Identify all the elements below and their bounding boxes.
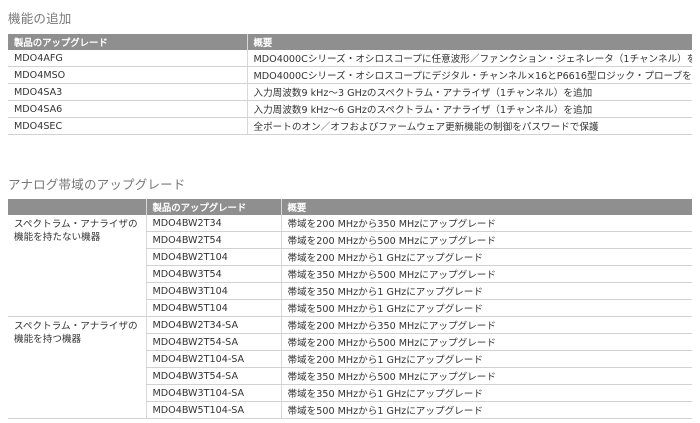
table-row: MDO4SA3 入力周波数9 kHz～3 GHzのスペクトラム・アナライザ（1チャ… <box>8 83 692 101</box>
summary-cell: 入力周波数9 kHz～6 GHzのスペクトラム・アナライザ（1チャンネル）を追加 <box>246 100 692 118</box>
product-code-cell: MDO4BW2T34-SA <box>145 316 281 334</box>
summary-cell: 帯域を350 MHzから1 GHzにアップグレード <box>280 384 692 402</box>
product-code-cell: MDO4BW3T54 <box>145 265 281 283</box>
column-header-product: 製品のアップグレード <box>145 199 281 215</box>
bandwidth-upgrade-table: 製品のアップグレード 概要 スペクトラム・アナライザの機能を持たない機器 MDO4… <box>8 199 692 419</box>
product-code-cell: MDO4SA6 <box>8 100 247 118</box>
product-code-cell: MDO4BW2T54-SA <box>145 333 281 351</box>
summary-cell: 帯域を200 MHzから350 MHzにアップグレード <box>280 215 692 232</box>
summary-cell: 帯域を200 MHzから500 MHzにアップグレード <box>280 231 692 249</box>
product-code-cell: MDO4BW3T54-SA <box>145 367 281 385</box>
product-code-cell: MDO4BW5T104 <box>145 299 281 317</box>
summary-cell: 帯域を350 MHzから1 GHzにアップグレード <box>280 282 692 300</box>
product-code-cell: MDO4SEC <box>8 117 247 135</box>
feature-upgrade-table: 製品のアップグレード 概要 MDO4AFG MDO4000Cシリーズ・オシロスコー… <box>8 34 692 135</box>
table-row: MDO4AFG MDO4000Cシリーズ・オシロスコープに任意波形／ファンクション… <box>8 50 692 67</box>
column-header-summary: 概要 <box>246 34 692 50</box>
table-row: MDO4SA6 入力周波数9 kHz～6 GHzのスペクトラム・アナライザ（1チャ… <box>8 100 692 118</box>
summary-cell: 帯域を500 MHzから1 GHzにアップグレード <box>280 299 692 317</box>
summary-cell: 帯域を350 MHzから500 MHzにアップグレード <box>280 265 692 283</box>
product-code-cell: MDO4BW2T54 <box>145 231 281 249</box>
product-code-cell: MDO4BW3T104-SA <box>145 384 281 402</box>
column-header-product: 製品のアップグレード <box>8 34 247 50</box>
summary-cell: MDO4000Cシリーズ・オシロスコープにデジタル・チャンネル×16とP6616… <box>246 66 692 84</box>
product-code-cell: MDO4BW2T104-SA <box>145 350 281 368</box>
column-header-summary: 概要 <box>280 199 692 215</box>
product-code-cell: MDO4AFG <box>8 50 247 67</box>
summary-cell: 帯域を200 MHzから500 MHzにアップグレード <box>280 333 692 351</box>
summary-cell: MDO4000Cシリーズ・オシロスコープに任意波形／ファンクション・ジェネレータ… <box>246 50 692 67</box>
column-header-blank <box>8 199 146 215</box>
table-row: MDO4SEC 全ポートのオン／オフおよびファームウェア更新機能の制御をパスワード… <box>8 117 692 135</box>
table-header-row: 製品のアップグレード 概要 <box>8 34 692 50</box>
summary-cell: 帯域を200 MHzから1 GHzにアップグレード <box>280 248 692 266</box>
table-header-row: 製品のアップグレード 概要 <box>8 199 692 215</box>
summary-cell: 全ポートのオン／オフおよびファームウェア更新機能の制御をパスワードで保護 <box>246 117 692 135</box>
product-code-cell: MDO4BW2T34 <box>145 215 281 232</box>
product-code-cell: MDO4SA3 <box>8 83 247 101</box>
table-row: MDO4MSO MDO4000Cシリーズ・オシロスコープにデジタル・チャンネル×1… <box>8 66 692 84</box>
summary-cell: 入力周波数9 kHz～3 GHzのスペクトラム・アナライザ（1チャンネル）を追加 <box>246 83 692 101</box>
summary-cell: 帯域を350 MHzから500 MHzにアップグレード <box>280 367 692 385</box>
product-code-cell: MDO4BW3T104 <box>145 282 281 300</box>
summary-cell: 帯域を200 MHzから350 MHzにアップグレード <box>280 316 692 334</box>
instrument-group-label: スペクトラム・アナライザの機能を持たない機器 <box>8 215 146 317</box>
instrument-group-label: スペクトラム・アナライザの機能を持つ機器 <box>8 316 146 419</box>
table-row: スペクトラム・アナライザの機能を持つ機器 MDO4BW2T34-SA 帯域を200 … <box>8 316 692 419</box>
product-code-cell: MDO4MSO <box>8 66 247 84</box>
summary-cell: 帯域を500 MHzから1 GHzにアップグレード <box>280 401 692 419</box>
table-row: スペクトラム・アナライザの機能を持たない機器 MDO4BW2T34 帯域を200 M… <box>8 215 692 317</box>
product-code-cell: MDO4BW2T104 <box>145 248 281 266</box>
product-code-cell: MDO4BW5T104-SA <box>145 401 281 419</box>
section-title-feature-addition: 機能の追加 <box>8 11 72 26</box>
section-title-bandwidth-upgrade: アナログ帯域のアップグレード <box>8 177 186 192</box>
summary-cell: 帯域を200 MHzから1 GHzにアップグレード <box>280 350 692 368</box>
